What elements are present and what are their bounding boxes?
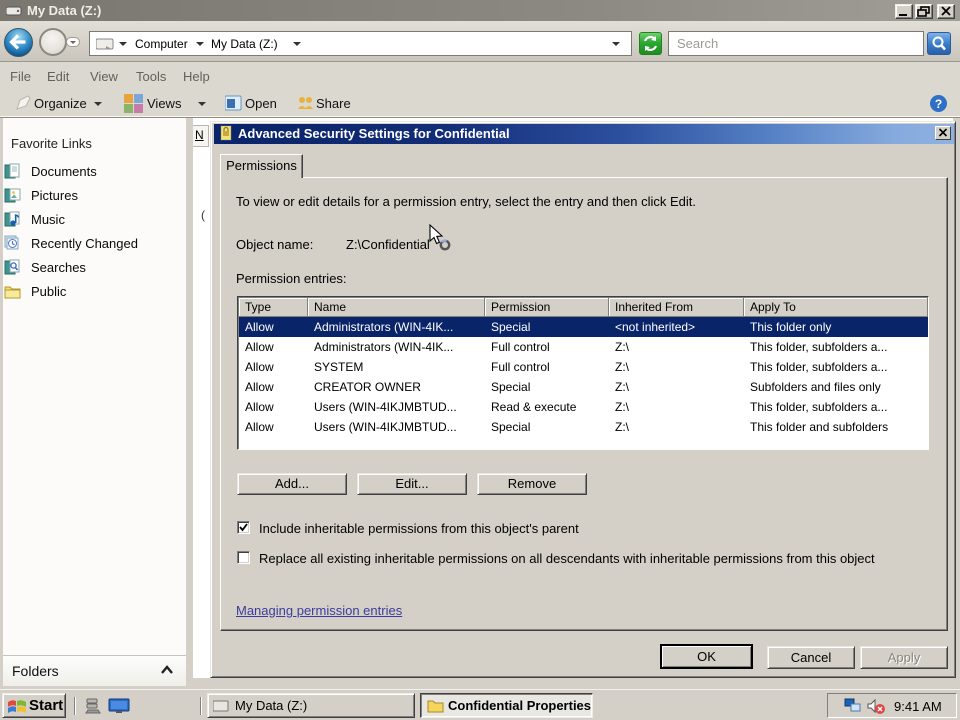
svg-text:?: ? <box>935 97 942 111</box>
